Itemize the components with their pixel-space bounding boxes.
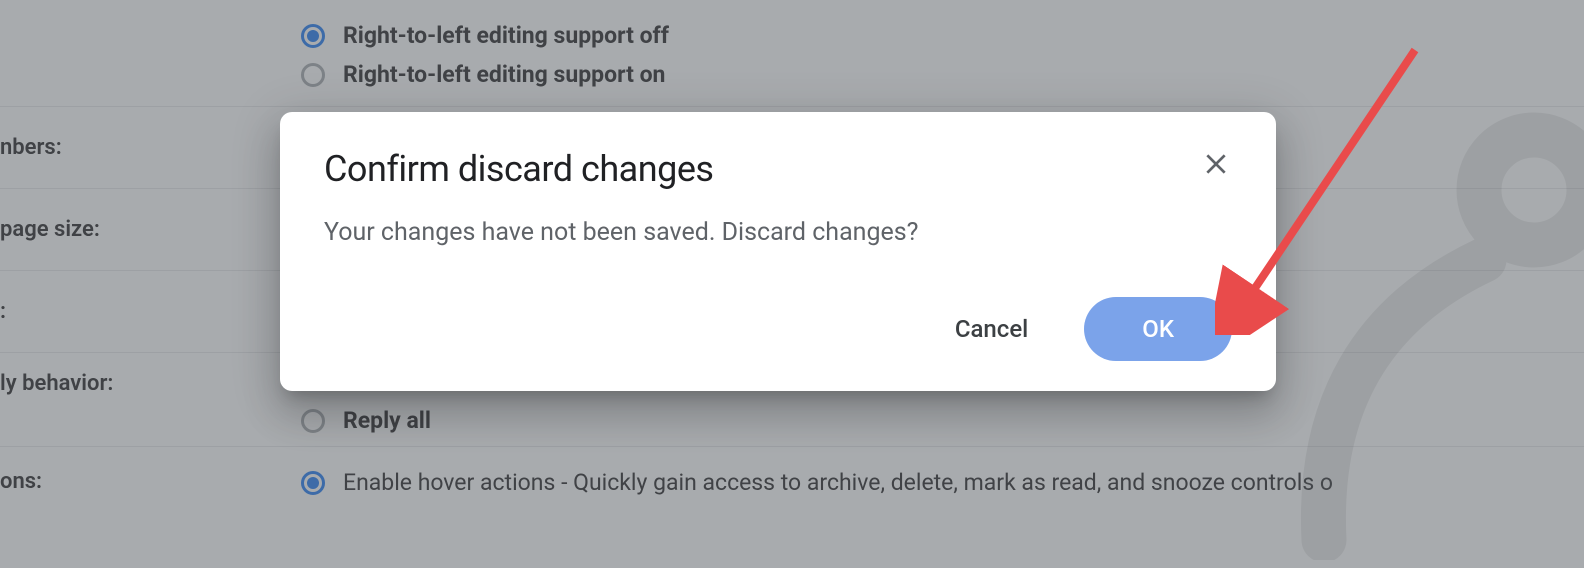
dialog-title: Confirm discard changes (324, 148, 714, 190)
close-button[interactable] (1200, 148, 1232, 180)
ok-button[interactable]: OK (1084, 297, 1232, 361)
confirm-dialog: Confirm discard changes Your changes hav… (280, 112, 1276, 391)
cancel-button[interactable]: Cancel (935, 303, 1048, 355)
close-icon (1203, 151, 1229, 177)
dialog-message: Your changes have not been saved. Discar… (324, 218, 1232, 247)
